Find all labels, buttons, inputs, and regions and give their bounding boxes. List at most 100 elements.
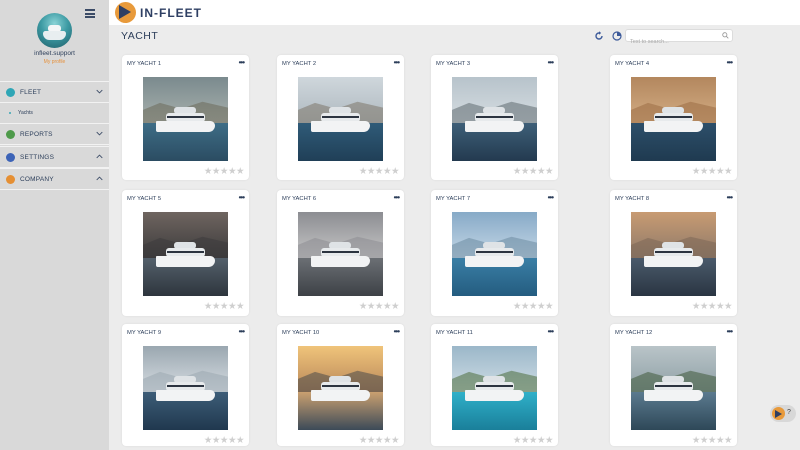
star-icon[interactable]: ★ [375, 301, 384, 312]
star-rating[interactable]: ★★★★★ [513, 435, 554, 446]
sidebar-section-reports[interactable]: REPORTS [0, 123, 109, 145]
yacht-photo[interactable] [298, 212, 383, 296]
yacht-card[interactable]: MY YACHT 9 ••• ★★★★★ [122, 324, 249, 446]
star-icon[interactable]: ★ [204, 435, 213, 446]
star-icon[interactable]: ★ [708, 166, 717, 177]
yacht-card[interactable]: MY YACHT 11 ••• ★★★★★ [431, 324, 558, 446]
star-icon[interactable]: ★ [724, 301, 733, 312]
search-box[interactable] [625, 29, 733, 48]
star-rating[interactable]: ★★★★★ [204, 166, 245, 177]
star-icon[interactable]: ★ [359, 301, 368, 312]
more-options-icon[interactable]: ••• [548, 59, 554, 67]
more-options-icon[interactable]: ••• [239, 328, 245, 336]
yacht-photo[interactable] [631, 212, 716, 296]
star-icon[interactable]: ★ [220, 166, 229, 177]
yacht-photo[interactable] [631, 77, 716, 161]
star-icon[interactable]: ★ [724, 435, 733, 446]
more-options-icon[interactable]: ••• [239, 59, 245, 67]
yacht-card[interactable]: MY YACHT 10 ••• ★★★★★ [277, 324, 404, 446]
star-icon[interactable]: ★ [545, 166, 554, 177]
star-icon[interactable]: ★ [228, 166, 237, 177]
star-icon[interactable]: ★ [708, 435, 717, 446]
star-icon[interactable]: ★ [537, 301, 546, 312]
star-icon[interactable]: ★ [545, 435, 554, 446]
star-icon[interactable]: ★ [375, 166, 384, 177]
star-rating[interactable]: ★★★★★ [692, 301, 733, 312]
more-options-icon[interactable]: ••• [727, 59, 733, 67]
star-icon[interactable]: ★ [228, 301, 237, 312]
star-icon[interactable]: ★ [228, 435, 237, 446]
star-icon[interactable]: ★ [521, 435, 530, 446]
more-options-icon[interactable]: ••• [394, 59, 400, 67]
more-options-icon[interactable]: ••• [548, 328, 554, 336]
sidebar-section-settings[interactable]: SETTINGS [0, 146, 109, 168]
avatar[interactable] [37, 13, 72, 48]
help-button[interactable]: ? [770, 405, 796, 422]
star-icon[interactable]: ★ [521, 166, 530, 177]
star-rating[interactable]: ★★★★★ [359, 435, 400, 446]
star-icon[interactable]: ★ [236, 166, 245, 177]
star-icon[interactable]: ★ [236, 301, 245, 312]
star-icon[interactable]: ★ [220, 435, 229, 446]
star-icon[interactable]: ★ [367, 435, 376, 446]
star-icon[interactable]: ★ [537, 435, 546, 446]
star-icon[interactable]: ★ [359, 166, 368, 177]
star-rating[interactable]: ★★★★★ [359, 166, 400, 177]
star-rating[interactable]: ★★★★★ [692, 435, 733, 446]
star-icon[interactable]: ★ [521, 301, 530, 312]
yacht-photo[interactable] [143, 77, 228, 161]
star-icon[interactable]: ★ [383, 301, 392, 312]
star-rating[interactable]: ★★★★★ [513, 166, 554, 177]
star-icon[interactable]: ★ [700, 301, 709, 312]
more-options-icon[interactable]: ••• [239, 194, 245, 202]
search-icon[interactable] [722, 32, 729, 39]
yacht-card[interactable]: MY YACHT 8 ••• ★★★★★ [610, 190, 737, 316]
star-icon[interactable]: ★ [529, 435, 538, 446]
star-icon[interactable]: ★ [724, 166, 733, 177]
star-icon[interactable]: ★ [513, 301, 522, 312]
star-icon[interactable]: ★ [367, 166, 376, 177]
star-icon[interactable]: ★ [529, 301, 538, 312]
star-icon[interactable]: ★ [537, 166, 546, 177]
star-icon[interactable]: ★ [716, 435, 725, 446]
star-icon[interactable]: ★ [204, 301, 213, 312]
yacht-photo[interactable] [631, 346, 716, 430]
star-icon[interactable]: ★ [716, 301, 725, 312]
yacht-card[interactable]: MY YACHT 3 ••• ★★★★★ [431, 55, 558, 180]
star-rating[interactable]: ★★★★★ [692, 166, 733, 177]
star-icon[interactable]: ★ [391, 301, 400, 312]
more-options-icon[interactable]: ••• [727, 194, 733, 202]
more-options-icon[interactable]: ••• [548, 194, 554, 202]
yacht-photo[interactable] [452, 346, 537, 430]
yacht-photo[interactable] [298, 77, 383, 161]
star-rating[interactable]: ★★★★★ [204, 435, 245, 446]
star-icon[interactable]: ★ [391, 435, 400, 446]
star-icon[interactable]: ★ [220, 301, 229, 312]
star-icon[interactable]: ★ [513, 166, 522, 177]
more-options-icon[interactable]: ••• [394, 328, 400, 336]
star-icon[interactable]: ★ [513, 435, 522, 446]
star-icon[interactable]: ★ [212, 166, 221, 177]
yacht-card[interactable]: MY YACHT 12 ••• ★★★★★ [610, 324, 737, 446]
sidebar-section-fleet[interactable]: FLEET [0, 81, 109, 103]
yacht-photo[interactable] [452, 77, 537, 161]
more-options-icon[interactable]: ••• [394, 194, 400, 202]
star-icon[interactable]: ★ [700, 166, 709, 177]
yacht-card[interactable]: MY YACHT 2 ••• ★★★★★ [277, 55, 404, 180]
yacht-photo[interactable] [143, 212, 228, 296]
yacht-photo[interactable] [298, 346, 383, 430]
refresh-icon[interactable] [594, 31, 604, 41]
more-options-icon[interactable]: ••• [727, 328, 733, 336]
yacht-card[interactable]: MY YACHT 6 ••• ★★★★★ [277, 190, 404, 316]
search-input[interactable] [626, 36, 716, 48]
star-icon[interactable]: ★ [212, 301, 221, 312]
yacht-card[interactable]: MY YACHT 7 ••• ★★★★★ [431, 190, 558, 316]
yacht-card[interactable]: MY YACHT 1 ••• ★★★★★ [122, 55, 249, 180]
star-icon[interactable]: ★ [391, 166, 400, 177]
star-icon[interactable]: ★ [700, 435, 709, 446]
star-icon[interactable]: ★ [383, 166, 392, 177]
hamburger-menu-icon[interactable] [85, 9, 95, 18]
star-icon[interactable]: ★ [692, 435, 701, 446]
star-icon[interactable]: ★ [383, 435, 392, 446]
star-icon[interactable]: ★ [236, 435, 245, 446]
